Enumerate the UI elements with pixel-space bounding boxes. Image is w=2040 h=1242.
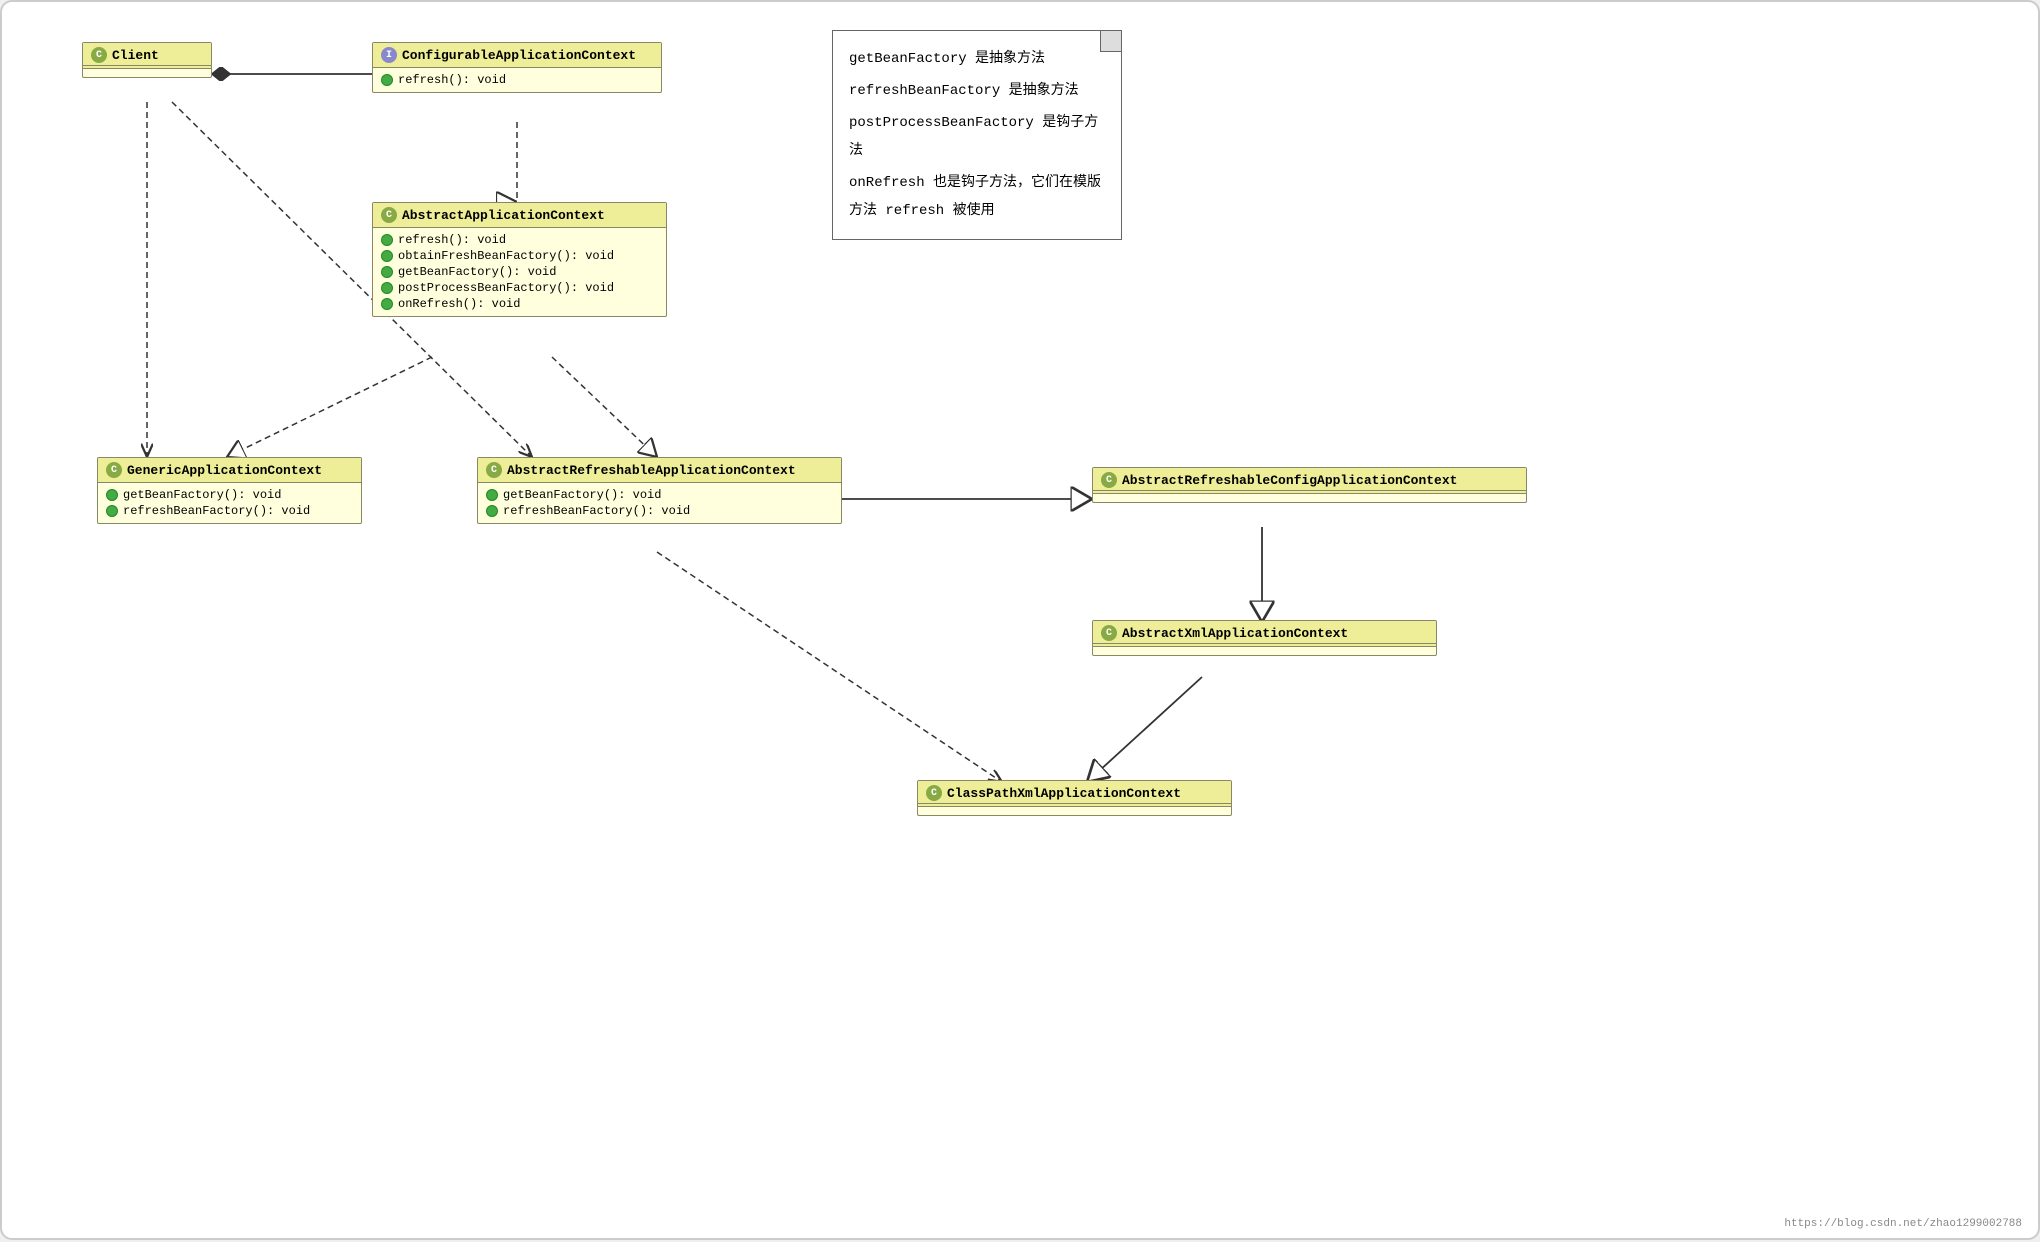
- abstract-app-context-body: refresh(): void obtainFreshBeanFactory()…: [373, 228, 666, 316]
- arcac-icon: C: [1101, 472, 1117, 488]
- abstract-app-context-class: C AbstractApplicationContext refresh(): …: [372, 202, 667, 317]
- axac-name: AbstractXmlApplicationContext: [1122, 626, 1348, 641]
- client-class-name: Client: [112, 48, 159, 63]
- arcac-name: AbstractRefreshableConfigApplicationCont…: [1122, 473, 1457, 488]
- configurable-method-text-0: refresh(): void: [398, 73, 506, 87]
- configurable-app-context-body: refresh(): void: [373, 68, 661, 92]
- client-class: C Client: [82, 42, 212, 78]
- axac-icon: C: [1101, 625, 1117, 641]
- client-class-body: [83, 69, 211, 77]
- gac-method-text-1: refreshBeanFactory(): void: [123, 504, 310, 518]
- arac-method-text-0: getBeanFactory(): void: [503, 488, 661, 502]
- note-box: getBeanFactory 是抽象方法 refreshBeanFactory …: [832, 30, 1122, 240]
- aac-method-icon-4: [381, 298, 393, 310]
- arac-method-icon-0: [486, 489, 498, 501]
- aac-method-text-0: refresh(): void: [398, 233, 506, 247]
- generic-app-context-name: GenericApplicationContext: [127, 463, 322, 478]
- abstract-app-context-icon: C: [381, 207, 397, 223]
- cpxac-body: [918, 807, 1231, 815]
- note-line-1: refreshBeanFactory 是抽象方法: [849, 77, 1105, 105]
- arcac-body: [1093, 494, 1526, 502]
- arac-method-icon-1: [486, 505, 498, 517]
- generic-app-context-body: getBeanFactory(): void refreshBeanFactor…: [98, 483, 361, 523]
- main-container: C Client I ConfigurableApplicationContex…: [0, 0, 2040, 1240]
- configurable-app-context-class: I ConfigurableApplicationContext refresh…: [372, 42, 662, 93]
- arcac-header: C AbstractRefreshableConfigApplicationCo…: [1093, 468, 1526, 491]
- aac-method-icon-3: [381, 282, 393, 294]
- aac-method-1: obtainFreshBeanFactory(): void: [381, 248, 658, 264]
- abstract-app-context-name: AbstractApplicationContext: [402, 208, 605, 223]
- note-line-2: postProcessBeanFactory 是钩子方法: [849, 109, 1105, 165]
- abstract-refreshable-header: C AbstractRefreshableApplicationContext: [478, 458, 841, 483]
- gac-method-1: refreshBeanFactory(): void: [106, 503, 353, 519]
- aac-method-icon-0: [381, 234, 393, 246]
- arac-method-0: getBeanFactory(): void: [486, 487, 833, 503]
- aac-method-icon-2: [381, 266, 393, 278]
- client-class-icon: C: [91, 47, 107, 63]
- configurable-app-context-icon: I: [381, 47, 397, 63]
- aac-method-4: onRefresh(): void: [381, 296, 658, 312]
- generic-app-context-icon: C: [106, 462, 122, 478]
- aac-method-text-4: onRefresh(): void: [398, 297, 520, 311]
- note-line-0: getBeanFactory 是抽象方法: [849, 45, 1105, 73]
- axac-body: [1093, 647, 1436, 655]
- aac-method-text-3: postProcessBeanFactory(): void: [398, 281, 614, 295]
- gac-method-icon-0: [106, 489, 118, 501]
- axac-header: C AbstractXmlApplicationContext: [1093, 621, 1436, 644]
- classpath-xml-app-context-class: C ClassPathXmlApplicationContext: [917, 780, 1232, 816]
- gac-method-text-0: getBeanFactory(): void: [123, 488, 281, 502]
- gac-method-0: getBeanFactory(): void: [106, 487, 353, 503]
- configurable-method-0: refresh(): void: [381, 72, 653, 88]
- abstract-app-context-header: C AbstractApplicationContext: [373, 203, 666, 228]
- abstract-refreshable-body: getBeanFactory(): void refreshBeanFactor…: [478, 483, 841, 523]
- generic-app-context-header: C GenericApplicationContext: [98, 458, 361, 483]
- abstract-refreshable-name: AbstractRefreshableApplicationContext: [507, 463, 796, 478]
- url-text: https://blog.csdn.net/zhao1299002788: [1784, 1218, 2022, 1230]
- method-icon-0: [381, 74, 393, 86]
- configurable-app-context-name: ConfigurableApplicationContext: [402, 48, 636, 63]
- abstract-refreshable-config-class: C AbstractRefreshableConfigApplicationCo…: [1092, 467, 1527, 503]
- abstract-refreshable-icon: C: [486, 462, 502, 478]
- abstract-xml-app-context-class: C AbstractXmlApplicationContext: [1092, 620, 1437, 656]
- aac-method-text-2: getBeanFactory(): void: [398, 265, 556, 279]
- abstract-refreshable-app-context-class: C AbstractRefreshableApplicationContext …: [477, 457, 842, 524]
- aac-method-3: postProcessBeanFactory(): void: [381, 280, 658, 296]
- aac-method-2: getBeanFactory(): void: [381, 264, 658, 280]
- cpxac-header: C ClassPathXmlApplicationContext: [918, 781, 1231, 804]
- url-bar: https://blog.csdn.net/zhao1299002788: [1784, 1218, 2022, 1230]
- generic-app-context-class: C GenericApplicationContext getBeanFacto…: [97, 457, 362, 524]
- cpxac-name: ClassPathXmlApplicationContext: [947, 786, 1181, 801]
- arac-method-1: refreshBeanFactory(): void: [486, 503, 833, 519]
- aac-method-0: refresh(): void: [381, 232, 658, 248]
- configurable-app-context-header: I ConfigurableApplicationContext: [373, 43, 661, 68]
- cpxac-icon: C: [926, 785, 942, 801]
- client-class-header: C Client: [83, 43, 211, 66]
- gac-method-icon-1: [106, 505, 118, 517]
- aac-method-text-1: obtainFreshBeanFactory(): void: [398, 249, 614, 263]
- aac-method-icon-1: [381, 250, 393, 262]
- note-line-3: onRefresh 也是钩子方法，它们在模版方法 refresh 被使用: [849, 169, 1105, 225]
- arac-method-text-1: refreshBeanFactory(): void: [503, 504, 690, 518]
